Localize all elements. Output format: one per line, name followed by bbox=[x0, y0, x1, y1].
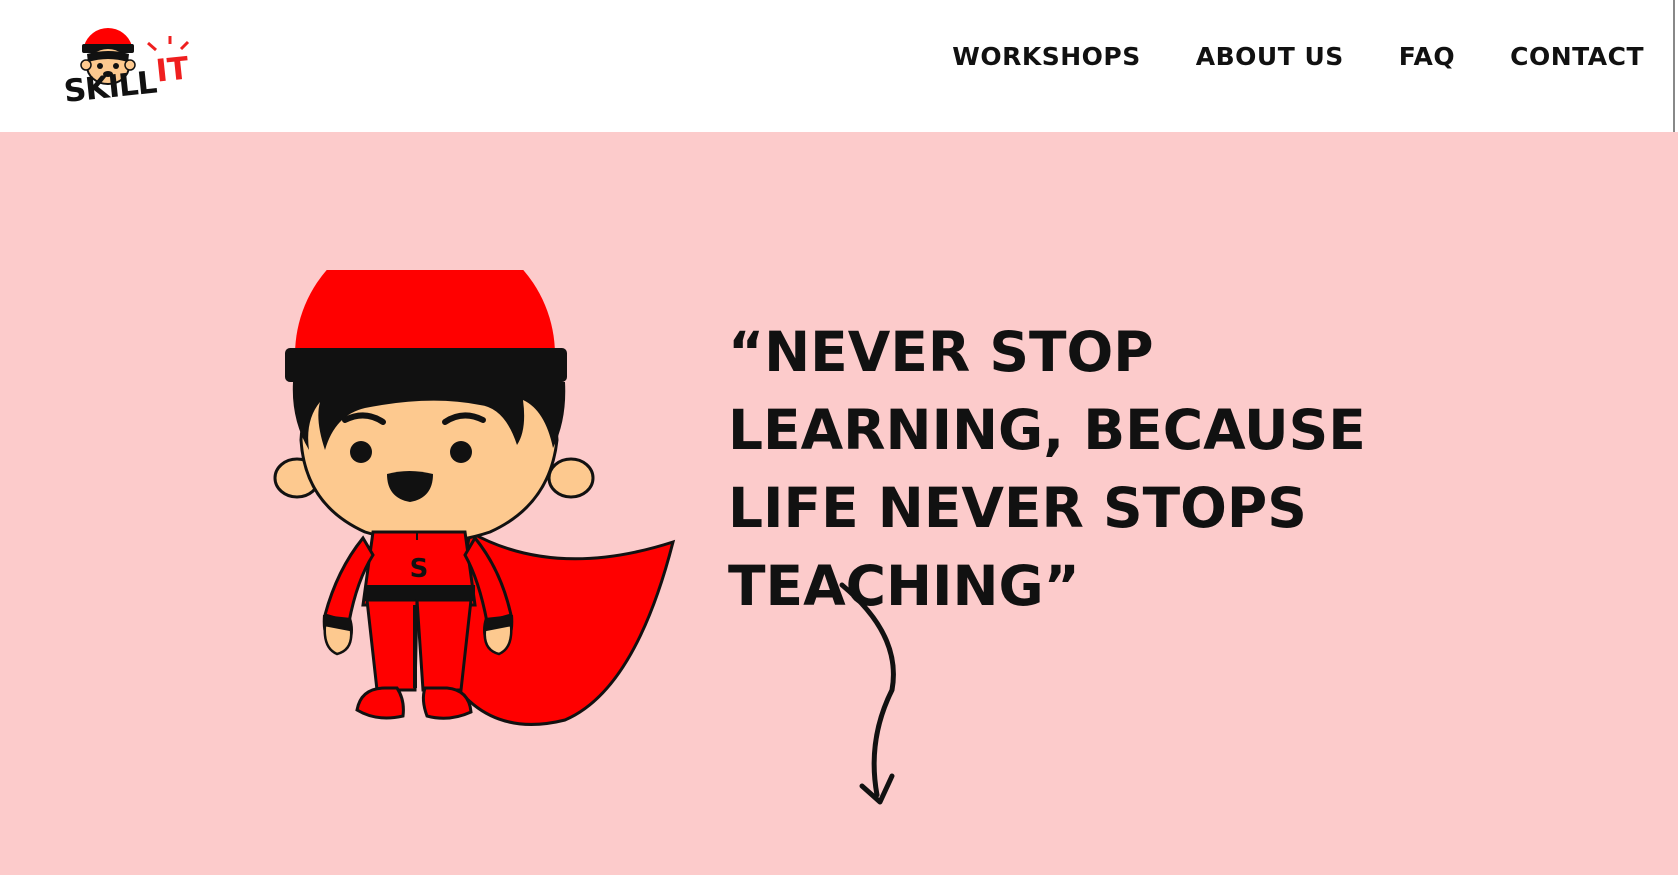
skillit-logo[interactable]: SKILL IT bbox=[62, 18, 212, 118]
site-header: SKILL IT WORKSHOPS ABOUT US FAQ CONTACT bbox=[0, 0, 1678, 140]
page-scrollbar[interactable] bbox=[1673, 0, 1675, 140]
scroll-down-arrow-icon[interactable] bbox=[832, 580, 922, 830]
nav-faq[interactable]: FAQ bbox=[1399, 42, 1455, 71]
nav-about-us[interactable]: ABOUT US bbox=[1196, 42, 1344, 71]
logo-text-it: IT bbox=[154, 50, 191, 90]
svg-text:S: S bbox=[410, 554, 429, 584]
superhero-mascot-illustration: S bbox=[273, 270, 676, 726]
nav-workshops[interactable]: WORKSHOPS bbox=[952, 42, 1140, 71]
main-nav: WORKSHOPS ABOUT US FAQ CONTACT bbox=[952, 42, 1644, 71]
hero-quote: “NEVER STOP LEARNING, BECAUSE LIFE NEVER… bbox=[728, 320, 1366, 618]
nav-contact[interactable]: CONTACT bbox=[1510, 42, 1644, 71]
